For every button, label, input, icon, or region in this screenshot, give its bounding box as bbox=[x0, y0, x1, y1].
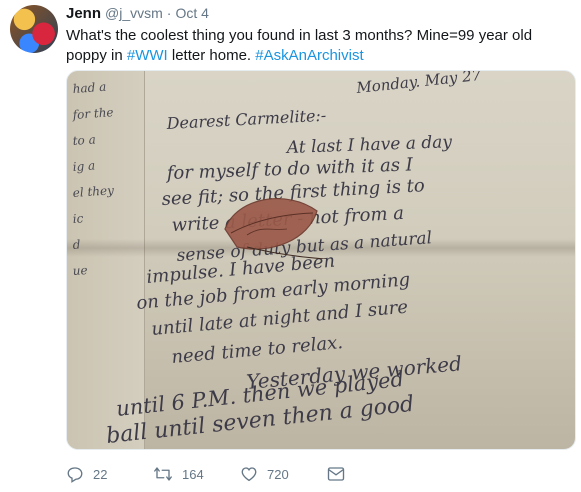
letter-line: need time to relax. bbox=[171, 332, 344, 368]
hashtag-wwi[interactable]: #WWI bbox=[127, 47, 168, 64]
user-handle[interactable]: @j_vvsm bbox=[105, 5, 163, 21]
tweet-photo[interactable]: had afor theto aig ael theyicdue Monday.… bbox=[66, 70, 576, 450]
direct-message-button[interactable] bbox=[327, 466, 357, 482]
like-icon bbox=[241, 467, 257, 482]
retweet-button[interactable]: 164 bbox=[153, 465, 240, 483]
like-count: 720 bbox=[267, 466, 289, 482]
letter-line: At last I have a day bbox=[284, 132, 452, 158]
timestamp[interactable]: Oct 4 bbox=[175, 5, 208, 21]
letter-line: Dearest Carmelite:- bbox=[165, 106, 326, 133]
hashtag-askanarchivist[interactable]: #AskAnArchivist bbox=[255, 47, 363, 64]
retweet-count: 164 bbox=[182, 466, 204, 482]
letter-line: Monday. May 27 bbox=[355, 71, 483, 97]
reply-count: 22 bbox=[93, 466, 108, 482]
display-name[interactable]: Jenn bbox=[66, 5, 101, 22]
pressed-poppy-petal bbox=[224, 198, 326, 259]
like-button[interactable]: 720 bbox=[240, 465, 327, 483]
tweet-text-part2: letter home. bbox=[167, 47, 256, 64]
retweet-icon bbox=[154, 467, 172, 481]
tweet-text: What's the coolest thing you found in la… bbox=[66, 26, 576, 66]
avatar[interactable] bbox=[10, 5, 58, 53]
separator: · bbox=[166, 5, 172, 21]
direct-message-icon bbox=[327, 467, 345, 481]
tweet-actions: 22 164 720 bbox=[66, 465, 357, 483]
handwritten-letter: Monday. May 27 Dearest Carmelite:-At last… bbox=[105, 71, 483, 449]
tweet-header: Jenn @j_vvsm · Oct 4 bbox=[66, 5, 209, 25]
reply-button[interactable]: 22 bbox=[66, 465, 153, 483]
reply-icon bbox=[67, 467, 83, 483]
